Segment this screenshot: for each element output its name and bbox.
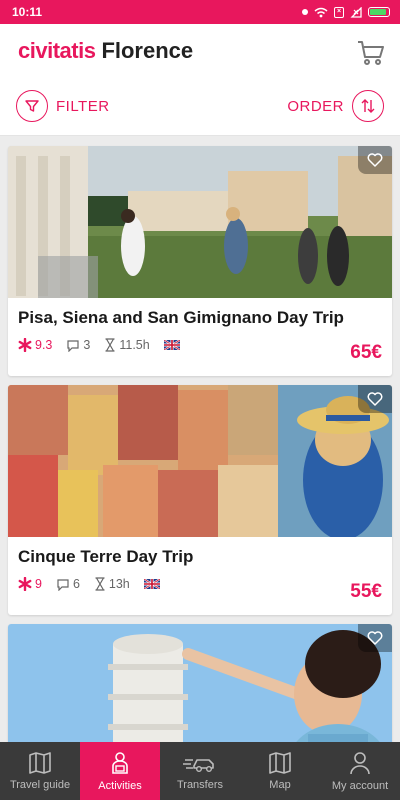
page-title: Florence: [101, 38, 194, 63]
status-time: 10:11: [12, 5, 43, 19]
nav-travel-guide[interactable]: Travel guide: [0, 742, 80, 800]
sort-icon: [352, 90, 384, 122]
nav-activities[interactable]: Activities: [80, 742, 160, 800]
nav-label: Activities: [98, 779, 142, 792]
heart-icon: [367, 153, 383, 167]
uk-flag-icon: [143, 579, 160, 589]
filter-icon: [16, 90, 48, 122]
rating: 9.3: [18, 338, 52, 352]
battery-icon: [368, 7, 390, 17]
heart-icon: [367, 631, 383, 645]
nav-label: Transfers: [176, 778, 224, 791]
status-bar: 10:11 ×: [0, 0, 400, 24]
comments: 3: [66, 338, 90, 352]
duration-value: 13h: [108, 577, 130, 591]
filter-label: FILTER: [56, 97, 110, 115]
signal-icon: [350, 6, 362, 18]
card-body: Cinque Terre Day Trip 9 6 13h 55€: [8, 537, 392, 615]
favorite-button[interactable]: [358, 385, 392, 413]
activity-image: [8, 146, 392, 298]
nav-transfers[interactable]: Transfers: [160, 742, 240, 800]
car-icon: [183, 758, 214, 772]
order-label: ORDER: [287, 97, 344, 115]
activity-meta: 9 6 13h: [18, 577, 382, 591]
comment-icon: [67, 339, 79, 352]
activity-meta: 9.3 3 11.5h: [18, 338, 382, 352]
activity-price: 65€: [350, 342, 382, 363]
activity-title: Cinque Terre Day Trip: [18, 547, 194, 566]
map-book-icon: [29, 751, 51, 774]
activity-title: Pisa, Siena and San Gimignano Day Trip: [18, 308, 344, 327]
comment-icon: [57, 578, 69, 591]
bottom-nav: Travel guide Activities Transfers Map My…: [0, 742, 400, 800]
duration: 13h: [94, 577, 130, 591]
duration-value: 11.5h: [119, 338, 150, 352]
map-icon: [269, 751, 291, 774]
hourglass-icon: [105, 338, 115, 352]
rating: 9: [18, 577, 42, 591]
card-body: Pisa, Siena and San Gimignano Day Trip 9…: [8, 298, 392, 376]
nav-map[interactable]: Map: [240, 742, 320, 800]
wifi-icon: [314, 7, 328, 17]
app-header: civitatis Florence FILTER ORDER: [0, 24, 400, 136]
order-button[interactable]: ORDER: [287, 90, 384, 122]
activity-list: Pisa, Siena and San Gimignano Day Trip 9…: [8, 146, 392, 785]
comment-count: 3: [83, 338, 91, 352]
status-icons: ×: [302, 6, 390, 18]
rating-value: 9: [35, 577, 42, 591]
rating-star-icon: [18, 577, 32, 591]
rating-value: 9.3: [35, 338, 53, 352]
rating-star-icon: [18, 338, 32, 352]
heart-icon: [367, 392, 383, 406]
activity-card[interactable]: Cinque Terre Day Trip 9 6 13h 55€: [8, 385, 392, 615]
activity-price: 55€: [350, 581, 382, 602]
favorite-button[interactable]: [358, 624, 392, 652]
cart-icon[interactable]: [356, 38, 386, 68]
notification-dot-icon: [302, 9, 308, 15]
sim-icon: ×: [334, 6, 344, 18]
user-icon: [350, 751, 370, 774]
duration: 11.5h: [104, 338, 150, 352]
nav-label: My account: [331, 779, 389, 792]
nav-label: Travel guide: [9, 778, 71, 791]
favorite-button[interactable]: [358, 146, 392, 174]
nav-my-account[interactable]: My account: [320, 742, 400, 800]
hourglass-icon: [95, 577, 105, 591]
brand: civitatis Florence: [18, 38, 193, 64]
uk-flag-icon: [163, 340, 180, 350]
person-icon: [112, 751, 128, 774]
comment-count: 6: [72, 577, 80, 591]
activity-image: [8, 385, 392, 537]
filter-button[interactable]: FILTER: [16, 90, 110, 122]
activity-card[interactable]: Pisa, Siena and San Gimignano Day Trip 9…: [8, 146, 392, 376]
comments: 6: [56, 577, 80, 591]
brand-logo: civitatis: [18, 38, 96, 63]
nav-label: Map: [269, 778, 291, 791]
